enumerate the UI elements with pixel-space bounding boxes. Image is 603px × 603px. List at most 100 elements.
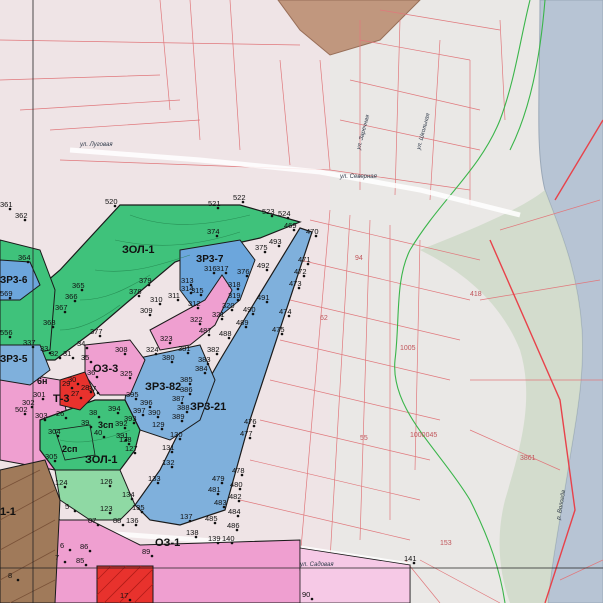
- point-marker: [96, 523, 100, 527]
- point-label: 556: [0, 328, 13, 337]
- point-label: 127: [125, 444, 138, 453]
- point-label: 323: [160, 334, 173, 343]
- point-label: 85: [76, 556, 84, 565]
- point-label: 376: [237, 267, 250, 276]
- point-label: 480: [230, 480, 243, 489]
- point-label: 123: [100, 504, 113, 513]
- point-label: 382: [207, 345, 220, 354]
- point-label: 491: [257, 293, 270, 302]
- point-label: 488: [219, 329, 232, 338]
- point-label: 320: [222, 301, 235, 310]
- point-marker: [150, 554, 154, 558]
- point-label: 303: [35, 411, 48, 420]
- point-label: 321: [212, 310, 225, 319]
- point-label: 311: [168, 291, 180, 300]
- point-label: 337: [23, 338, 36, 347]
- zoning-map[interactable]: ЗОЛ-1 ЗР3-6 ЗР3-7 ЗР3-5 ОЗ-3 ЗР3-82 ЗР3-…: [0, 0, 603, 603]
- map-canvas: ЗОЛ-1 ЗР3-6 ЗР3-7 ЗР3-5 ОЗ-3 ЗР3-82 ЗР3-…: [0, 0, 603, 603]
- point-label: 397: [133, 406, 146, 415]
- point-label: 318: [228, 280, 241, 289]
- point-label: 89: [142, 547, 150, 556]
- point-label: 523: [262, 207, 275, 216]
- point-label: 322: [190, 315, 203, 324]
- point-label: 140: [222, 534, 235, 543]
- point-label: 361: [0, 200, 13, 209]
- street-label: ул. Садовая: [299, 562, 334, 568]
- zone-label-2cn: 2сп: [62, 444, 77, 454]
- point-label: 17: [120, 591, 128, 600]
- point-label: 305: [45, 452, 58, 461]
- point-label: 27: [71, 389, 79, 398]
- point-label: 375: [255, 243, 268, 252]
- point-label: 395: [126, 390, 139, 399]
- point-label: 386: [180, 385, 193, 394]
- point-label: 487: [199, 326, 212, 335]
- point-marker: [71, 356, 75, 360]
- point-label: 34: [77, 339, 85, 348]
- cadastral-number: 1000045: [410, 432, 437, 439]
- point-label: 390: [148, 408, 161, 417]
- zone-label-oz3: ОЗ-3: [93, 363, 118, 375]
- street-label: ул. Северная: [339, 174, 378, 180]
- point-label: 319: [228, 291, 241, 300]
- point-marker: [48, 351, 52, 355]
- zone-label-t3: Т-3: [53, 393, 70, 405]
- point-label: 365: [72, 281, 85, 290]
- point-marker: [64, 416, 68, 420]
- point-marker: [63, 560, 67, 564]
- point-label: 490: [243, 305, 256, 314]
- cadastral-number: 94: [355, 255, 363, 262]
- point-marker: [73, 509, 77, 513]
- point-label: 302: [22, 398, 35, 407]
- point-label: 301: [33, 390, 46, 399]
- point-label: 569: [0, 289, 13, 298]
- point-label: 473: [289, 279, 302, 288]
- point-label: 88: [113, 516, 121, 525]
- zone-label-zr6: ЗР3-6: [0, 275, 28, 286]
- zone-label-oz1: ОЗ-1: [155, 537, 180, 549]
- point-label: 90: [302, 590, 310, 599]
- cadastral-number: 55: [360, 435, 368, 442]
- point-label: 377: [90, 327, 103, 336]
- point-label: 368: [43, 318, 56, 327]
- point-label: 6: [60, 541, 64, 550]
- point-marker: [121, 523, 125, 527]
- point-label: 30: [68, 375, 76, 384]
- point-label: 316: [204, 264, 217, 273]
- point-marker: [85, 346, 89, 350]
- point-label: 135: [132, 503, 145, 512]
- point-label: 520: [105, 197, 118, 206]
- point-marker: [89, 360, 93, 364]
- point-label: 387: [172, 394, 185, 403]
- point-label: 384: [195, 364, 208, 373]
- point-label: 475: [272, 325, 285, 334]
- point-marker: [70, 386, 74, 390]
- point-label: 471: [298, 255, 311, 264]
- cadastral-number: 1005: [400, 345, 416, 352]
- point-marker: [58, 356, 62, 360]
- point-label: 479: [212, 474, 225, 483]
- point-label: 362: [15, 211, 28, 220]
- zone-label-zr5: ЗР3-5: [0, 354, 28, 365]
- point-marker: [95, 375, 99, 379]
- point-marker: [96, 391, 100, 395]
- point-label: 383: [198, 355, 211, 364]
- point-marker: [102, 435, 106, 439]
- point-label: 469: [284, 221, 297, 230]
- point-marker: [79, 396, 83, 400]
- point-marker: [16, 578, 20, 582]
- zone-label-zol1-top: ЗОЛ-1: [122, 244, 155, 256]
- point-label: 141: [404, 554, 417, 563]
- point-label: 32: [50, 349, 58, 358]
- point-label: 128: [119, 435, 132, 444]
- point-marker: [68, 548, 72, 552]
- point-label: 364: [18, 253, 31, 262]
- point-marker: [88, 549, 92, 553]
- point-label: 325: [120, 369, 133, 378]
- point-label: 124: [55, 478, 68, 487]
- point-label: 132: [162, 458, 175, 467]
- point-label: 389: [172, 412, 185, 421]
- point-label: 367: [55, 303, 68, 312]
- point-label: 136: [126, 516, 139, 525]
- point-label: 39: [81, 418, 89, 427]
